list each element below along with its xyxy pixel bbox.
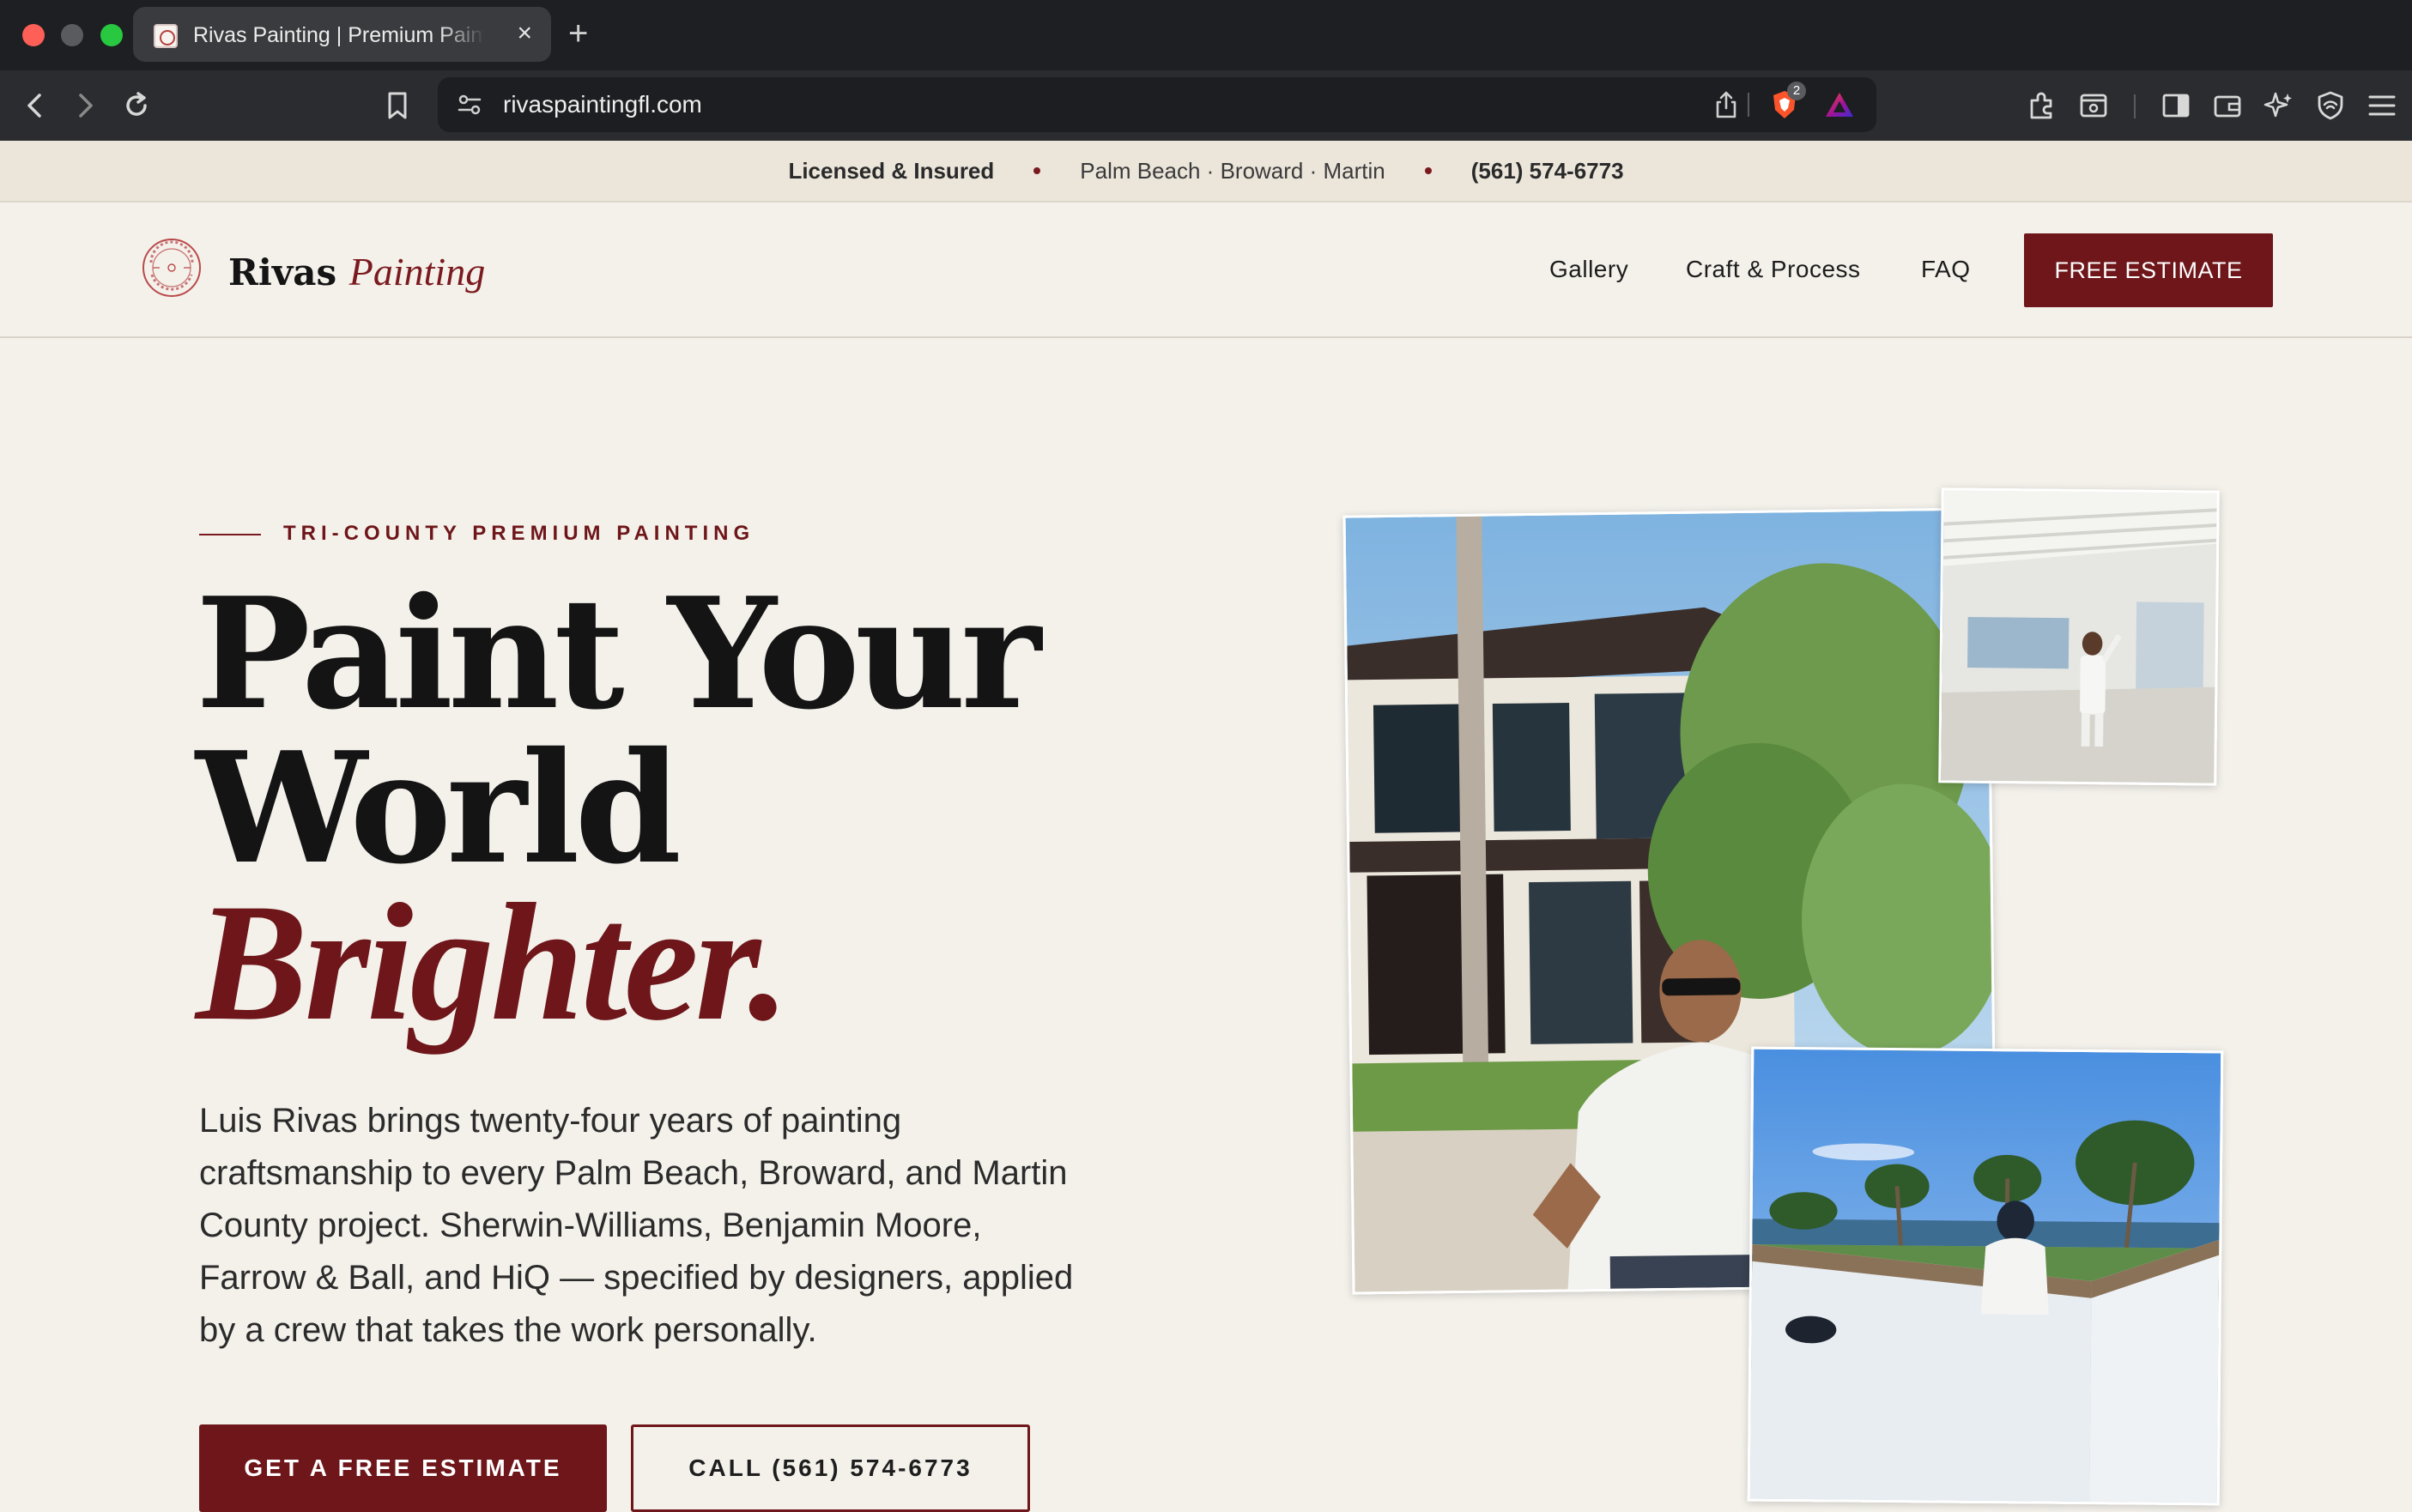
address-bar[interactable]: rivaspaintingfl.com 2 <box>438 77 1876 132</box>
url-divider <box>1748 93 1749 117</box>
phone-link[interactable]: (561) 574-6773 <box>1471 158 1624 184</box>
site-settings-icon[interactable] <box>450 85 489 124</box>
brand-wordmark[interactable]: Rivas Painting <box>228 249 485 294</box>
hero-headline: Paint Your World Brighter. <box>196 564 1041 1055</box>
nav-link-gallery[interactable]: Gallery <box>1549 256 1628 283</box>
brave-rewards-icon[interactable] <box>1820 85 1859 124</box>
close-window-button[interactable] <box>22 24 45 46</box>
hero-eyebrow: TRI-COUNTY PREMIUM PAINTING <box>283 522 755 545</box>
wallet-icon[interactable] <box>2208 86 2247 125</box>
share-icon[interactable] <box>1706 85 1746 124</box>
new-tab-button[interactable]: + <box>568 12 588 55</box>
reader-view-icon[interactable] <box>2074 86 2113 125</box>
brand-name-accent: Painting <box>348 250 486 293</box>
vpn-shield-icon[interactable] <box>2311 86 2350 125</box>
get-free-estimate-button[interactable]: GET A FREE ESTIMATE <box>199 1424 607 1512</box>
headline-line-2: World <box>196 718 682 898</box>
zoom-window-button[interactable] <box>100 24 123 46</box>
browser-tab-bar: Rivas Painting | Premium Painting × + <box>0 0 2412 70</box>
forward-icon[interactable] <box>65 86 105 125</box>
brand-logo-seal-icon[interactable] <box>141 237 203 299</box>
menu-icon[interactable] <box>2362 86 2402 125</box>
photo-interior-painter <box>1938 487 2220 786</box>
url-text[interactable]: rivaspaintingfl.com <box>503 90 702 119</box>
licensed-label: Licensed & Insured <box>788 157 995 184</box>
top-info-strip: Licensed & Insured Palm Beach · Broward … <box>0 141 2412 203</box>
nav-link-craft-process[interactable]: Craft & Process <box>1686 256 1861 283</box>
service-areas-label: Palm Beach · Broward · Martin <box>1080 157 1385 184</box>
sidebar-icon[interactable] <box>2156 86 2196 125</box>
site-header: Rivas Painting Gallery Craft & Process F… <box>0 203 2412 338</box>
headline-accent: Brighter. <box>196 869 790 1055</box>
shields-count-badge: 2 <box>1787 82 1806 100</box>
minimize-window-button[interactable] <box>61 24 83 46</box>
separator-dot-icon <box>1033 167 1041 174</box>
call-phone-button[interactable]: CALL (561) 574-6773 <box>631 1424 1030 1512</box>
ai-assistant-icon[interactable] <box>2259 86 2299 125</box>
browser-tab-active[interactable]: Rivas Painting | Premium Painting × <box>133 7 551 62</box>
site-favicon-icon <box>154 24 178 48</box>
eyebrow-rule <box>199 534 261 535</box>
free-estimate-button[interactable]: FREE ESTIMATE <box>2024 233 2273 307</box>
tab-title: Rivas Painting | Premium Painting <box>193 23 485 47</box>
separator-dot-icon <box>1424 167 1432 174</box>
brave-shields-icon[interactable]: 2 <box>1765 82 1806 124</box>
toolbar-divider <box>2134 94 2136 118</box>
bookmark-icon[interactable] <box>378 86 417 125</box>
extensions-icon[interactable] <box>2022 86 2062 125</box>
nav-link-faq[interactable]: FAQ <box>1921 256 1971 283</box>
back-icon[interactable] <box>15 86 55 125</box>
headline-line-1: Paint Your <box>196 564 1041 743</box>
brand-name: Rivas <box>228 251 337 293</box>
hero-description: Luis Rivas brings twenty-four years of p… <box>199 1102 1074 1349</box>
photo-exterior-railing-painters <box>1747 1046 2224 1506</box>
reload-icon[interactable] <box>117 86 156 125</box>
tab-close-icon[interactable]: × <box>517 19 532 48</box>
